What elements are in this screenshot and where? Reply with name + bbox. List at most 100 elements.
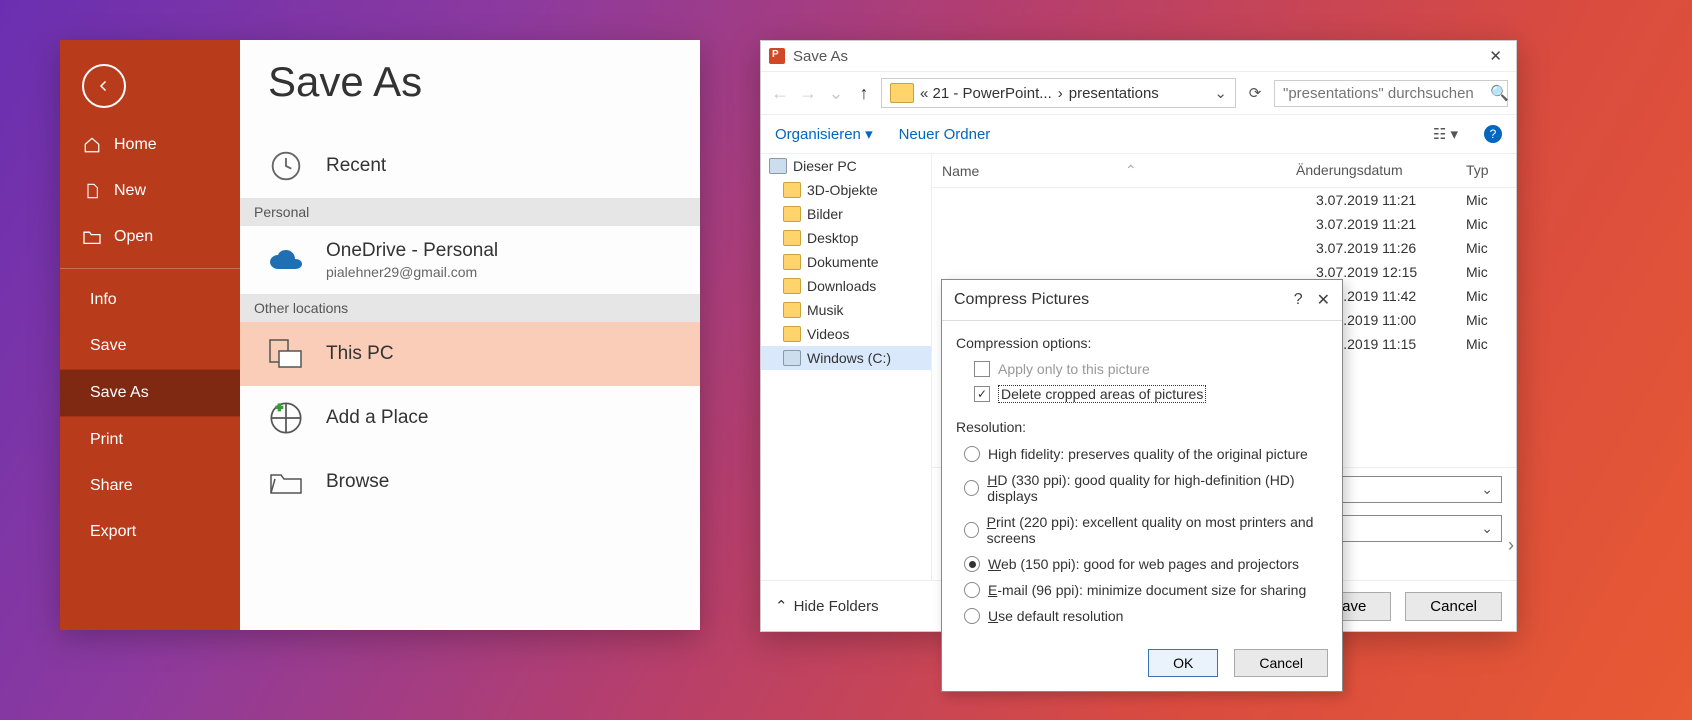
file-row[interactable]: 3.07.2019 11:26Mic [932,236,1516,260]
nav-new[interactable]: New [60,168,240,214]
file-row[interactable]: 3.07.2019 11:21Mic [932,212,1516,236]
apply-only-checkbox[interactable]: Apply only to this picture [956,357,1328,381]
delete-cropped-checkbox[interactable]: Delete cropped areas of pictures [956,381,1328,407]
resolution-radio[interactable]: Print (220 ppi): excellent quality on mo… [956,509,1328,551]
page-title: Save As [268,58,700,106]
location-onedrive[interactable]: OneDrive - Personal pialehner29@gmail.co… [240,226,700,294]
tree-item-label: 3D-Objekte [807,182,878,198]
radio-icon [964,556,980,572]
location-thispc[interactable]: This PC [240,322,700,386]
sort-icon: ⌃ [1125,162,1137,179]
col-name[interactable]: Name [942,163,979,179]
file-row[interactable]: 3.07.2019 11:21Mic [932,188,1516,212]
dialog-close-icon[interactable]: ✕ [1317,290,1330,310]
clock-icon [268,148,304,184]
scroll-right-icon[interactable]: › [1508,535,1514,556]
tree-item[interactable]: Dieser PC [761,154,931,178]
nav-divider [60,268,240,269]
nav-home-label: Home [114,136,157,154]
location-onedrive-sub: pialehner29@gmail.com [326,264,498,280]
radio-label: Web (150 ppi): good for web pages and pr… [988,556,1299,572]
folder-open-icon [82,229,102,245]
location-addplace-label: Add a Place [326,407,428,429]
tree-item[interactable]: Videos [761,322,931,346]
file-icon [82,182,102,200]
dialog-footer: OK Cancel [942,639,1342,691]
nav-up-icon[interactable]: ↑ [853,83,875,104]
location-browse[interactable]: Browse [240,450,700,514]
tree-item[interactable]: Downloads [761,274,931,298]
cloud-icon [268,242,304,278]
hide-folders[interactable]: ⌃Hide Folders [775,597,879,615]
compress-pictures-dialog: Compress Pictures ? ✕ Compression option… [941,279,1343,692]
nav-back-icon[interactable]: ← [769,83,791,104]
tree-item-label: Bilder [807,206,843,222]
tree-item-label: Desktop [807,230,858,246]
tree-item[interactable]: Musik [761,298,931,322]
file-date: 3.07.2019 12:15 [1316,264,1466,280]
nav-info[interactable]: Info [60,277,240,323]
refresh-icon[interactable]: ⟳ [1242,84,1268,102]
folder-icon [783,254,801,270]
location-addplace[interactable]: Add a Place [240,386,700,450]
folder-icon [783,206,801,222]
resolution-radio[interactable]: High fidelity: preserves quality of the … [956,441,1328,467]
nav-home[interactable]: Home [60,122,240,168]
location-thispc-label: This PC [326,343,394,365]
file-type: Mic [1466,240,1506,256]
organize-menu[interactable]: Organisieren ▾ [775,125,873,143]
back-button[interactable] [82,64,126,108]
radio-label: Use default resolution [988,608,1123,624]
file-type: Mic [1466,216,1506,232]
radio-icon [964,608,980,624]
backstage-panel: Home New Open Info Save Save As Print Sh… [60,40,700,630]
delete-cropped-label: Delete cropped areas of pictures [998,385,1206,403]
resolution-radio[interactable]: Use default resolution [956,603,1328,629]
nav-open-label: Open [114,228,153,246]
nav-print[interactable]: Print [60,417,240,463]
backstage-main: Save As Recent Personal OneDrive - Perso… [240,40,700,630]
tree-item[interactable]: 3D-Objekte [761,178,931,202]
col-date[interactable]: Änderungsdatum [1286,154,1456,187]
nav-new-label: New [114,182,146,200]
tree-item[interactable]: Windows (C:) [761,346,931,370]
ok-button[interactable]: OK [1148,649,1218,677]
search-input[interactable] [1281,84,1484,103]
location-recent[interactable]: Recent [240,134,700,198]
col-type[interactable]: Typ [1456,154,1516,187]
dialog-help-icon[interactable]: ? [1294,291,1303,309]
radio-label: E-mail (96 ppi): minimize document size … [988,582,1306,598]
help-icon[interactable]: ? [1484,125,1502,143]
thispc-icon [268,336,304,372]
nav-export[interactable]: Export [60,509,240,555]
cancel-button[interactable]: Cancel [1405,592,1502,621]
view-menu-icon[interactable]: ☷ ▾ [1433,125,1458,143]
resolution-radio[interactable]: E-mail (96 ppi): minimize document size … [956,577,1328,603]
folder-icon [783,302,801,318]
tree-item[interactable]: Desktop [761,226,931,250]
nav-open[interactable]: Open [60,214,240,260]
breadcrumb-current: presentations [1069,85,1159,102]
breadcrumb[interactable]: « 21 - PowerPoint... › presentations ⌄ [881,78,1236,108]
search-icon[interactable]: 🔍 [1490,84,1509,102]
nav-share[interactable]: Share [60,463,240,509]
nav-save[interactable]: Save [60,323,240,369]
resolution-radio[interactable]: HD (330 ppi): good quality for high-defi… [956,467,1328,509]
tree-item[interactable]: Bilder [761,202,931,226]
breadcrumb-dropdown-icon[interactable]: ⌄ [1214,84,1227,102]
search-box[interactable]: 🔍 [1274,80,1508,107]
chevron-up-icon: ⌃ [775,597,788,615]
nav-saveas[interactable]: Save As [60,369,240,417]
resolution-radio[interactable]: Web (150 ppi): good for web pages and pr… [956,551,1328,577]
file-date: 3.07.2019 11:26 [1316,240,1466,256]
chevron-icon: › [1058,85,1063,102]
window-title: Save As [793,48,848,65]
nav-forward-icon[interactable]: → [797,83,819,104]
chevron-down-icon: ▾ [865,126,873,143]
nav-recent-icon[interactable]: ⌄ [825,83,847,104]
new-folder[interactable]: Neuer Ordner [899,126,991,143]
window-close-icon[interactable]: ✕ [1483,47,1508,65]
dialog-cancel-button[interactable]: Cancel [1234,649,1328,677]
toolbar: Organisieren ▾ Neuer Ordner ☷ ▾ ? [761,115,1516,154]
tree-item[interactable]: Dokumente [761,250,931,274]
